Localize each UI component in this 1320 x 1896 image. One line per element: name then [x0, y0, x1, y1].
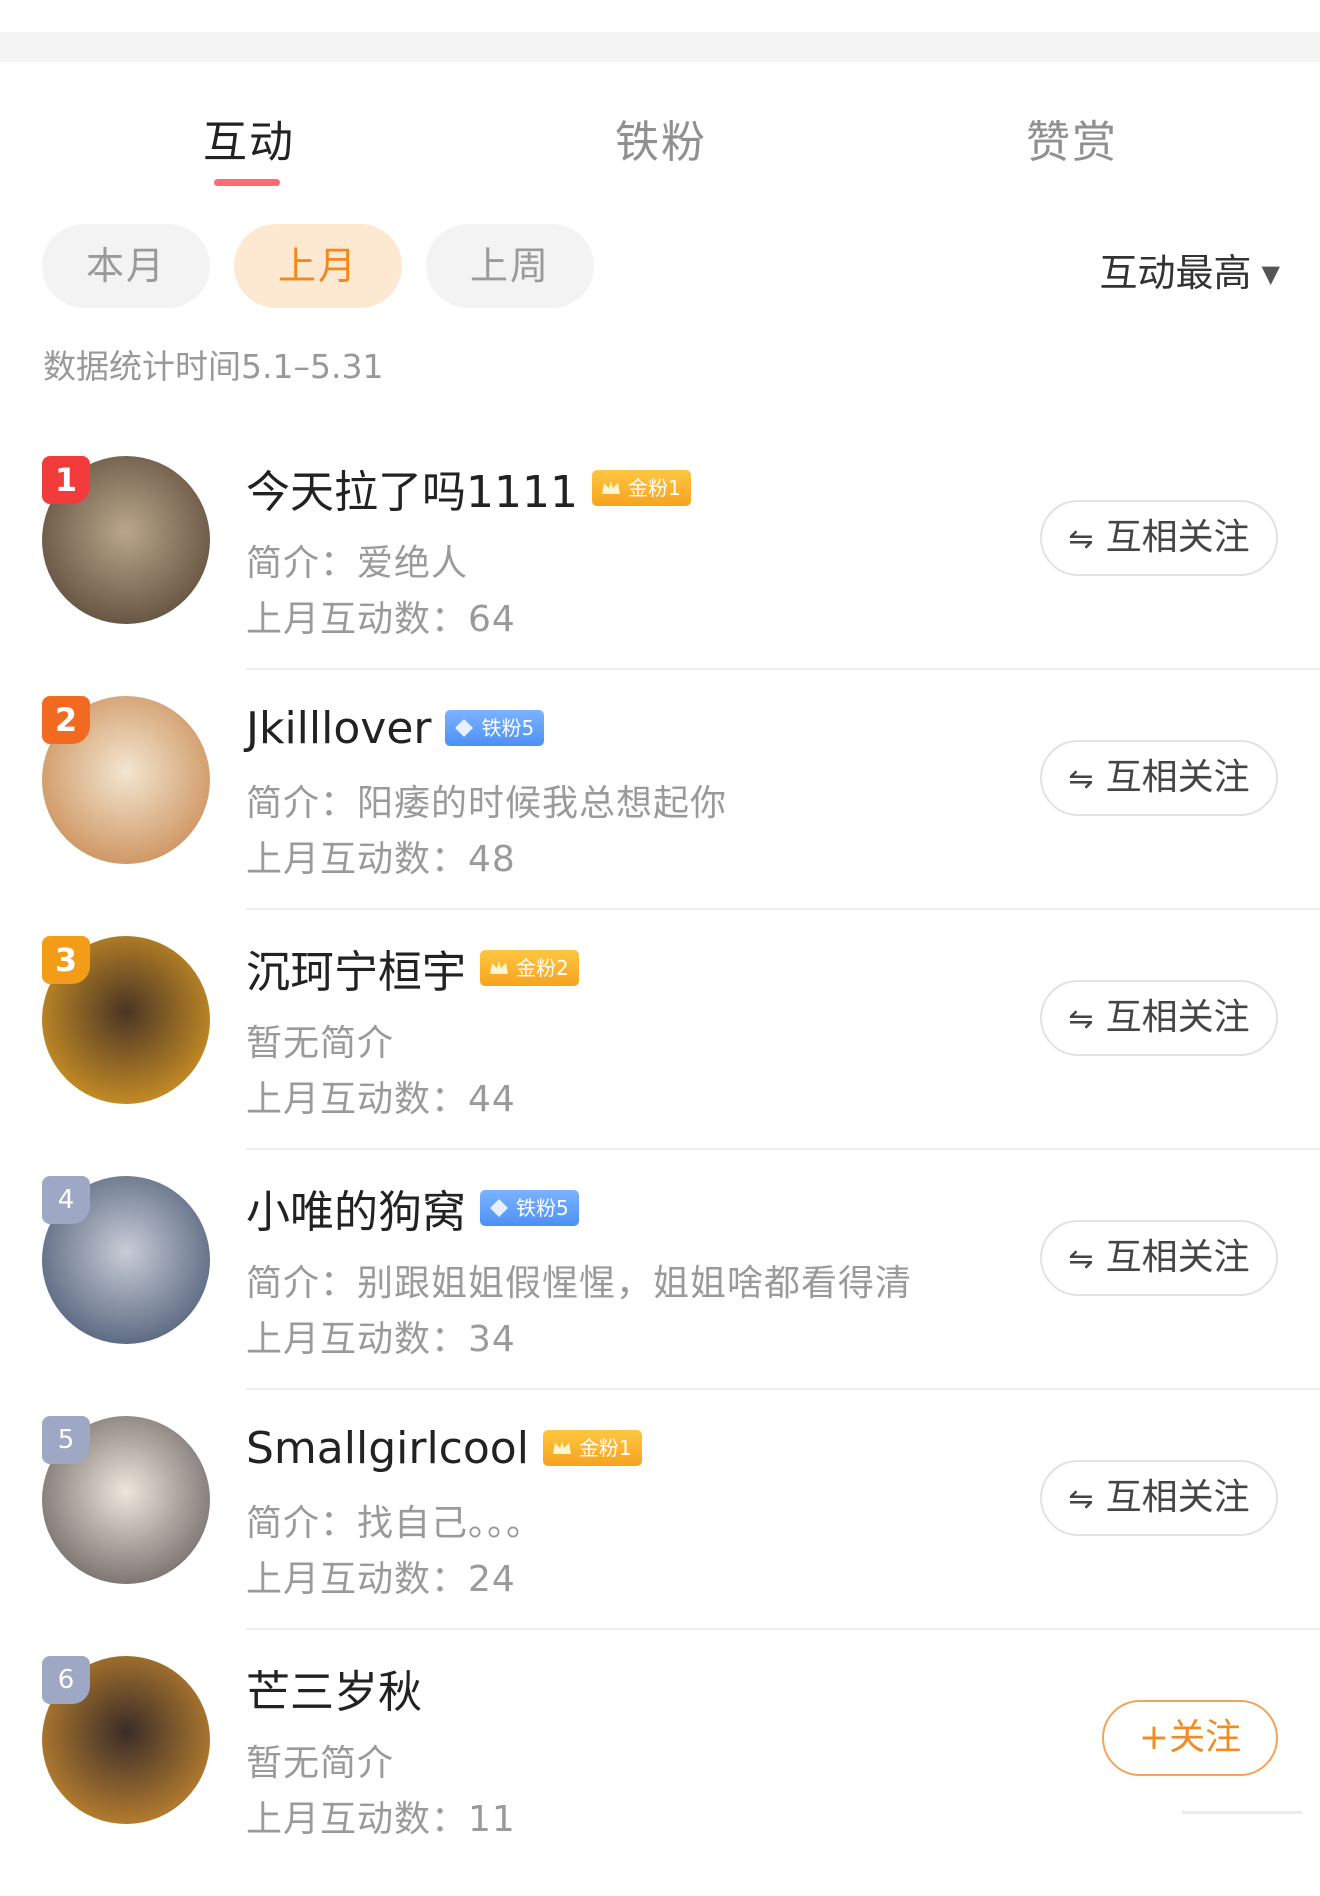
user-bio: 简介：别跟姐姐假惺惺，姐姐啥都看得清: [246, 1263, 913, 1304]
divider: [246, 1148, 1320, 1150]
user-name[interactable]: 今天拉了吗1111: [246, 456, 578, 520]
user-bio: 暂无简介: [246, 1743, 395, 1784]
fan-badge: 金粉2: [480, 950, 579, 986]
fan-badge: 铁粉5: [480, 1190, 579, 1226]
name-line: Jkilllover 铁粉5: [246, 700, 545, 756]
tab-active-indicator: [214, 179, 280, 186]
interaction-count: 上月互动数：24: [246, 1559, 516, 1600]
top-band: [0, 32, 1320, 62]
fan-badge-label: 铁粉5: [516, 1196, 569, 1220]
rank-badge: 1: [42, 456, 90, 504]
rank-badge: 2: [42, 696, 90, 744]
mutual-follow-label: 互相关注: [1105, 1237, 1250, 1278]
filter-last-month[interactable]: 上月: [234, 224, 402, 308]
user-bio: 简介：阳痿的时候我总想起你: [246, 783, 728, 824]
list-item[interactable]: 1 今天拉了吗1111 金粉1 简介：爱绝人 上月互动数：64 ⇋ 互相关注: [0, 456, 1320, 696]
rank-badge: 6: [42, 1656, 90, 1704]
list-item[interactable]: 4 小唯的狗窝 铁粉5 简介：别跟姐姐假惺惺，姐姐啥都看得清 上月互动数：34 ⇋…: [0, 1176, 1320, 1416]
user-name[interactable]: 芒三岁秋: [246, 1656, 422, 1720]
list-item[interactable]: 5 Smallgirlcool 金粉1 简介：找自己。。。 上月互动数：24 ⇋ 互…: [0, 1416, 1320, 1656]
mutual-follow-button[interactable]: ⇋ 互相关注: [1040, 1460, 1278, 1536]
user-name[interactable]: Smallgirlcool: [246, 1423, 529, 1474]
user-bio: 暂无简介: [246, 1023, 395, 1064]
rank-badge: 3: [42, 936, 90, 984]
divider: [246, 1628, 1320, 1630]
mutual-follow-label: 互相关注: [1105, 1477, 1250, 1518]
interaction-count: 上月互动数：64: [246, 599, 516, 640]
tab-iron-fans[interactable]: 铁粉: [615, 106, 707, 170]
mutual-arrows-icon: ⇋: [1068, 1482, 1094, 1517]
fan-badge-label: 铁粉5: [481, 716, 535, 740]
tab-bar: 互动 铁粉 赞赏: [0, 62, 1320, 207]
diamond-icon: [490, 1199, 508, 1217]
fan-badge: 金粉1: [542, 1430, 642, 1466]
list-item[interactable]: 3 沉珂宁桓宇 金粉2 暂无简介 上月互动数：44 ⇋ 互相关注: [0, 936, 1320, 1176]
diamond-icon: [455, 719, 474, 737]
user-bio: 简介：爱绝人: [246, 543, 469, 584]
fan-badge: 金粉1: [591, 470, 691, 506]
mutual-arrows-icon: ⇋: [1068, 1242, 1094, 1277]
mutual-arrows-icon: ⇋: [1068, 522, 1094, 557]
mutual-follow-button[interactable]: ⇋ 互相关注: [1040, 980, 1278, 1056]
crown-icon: [552, 1441, 571, 1454]
mutual-follow-label: 互相关注: [1105, 997, 1250, 1038]
rank-badge: 4: [42, 1176, 90, 1224]
interaction-count: 上月互动数：44: [246, 1079, 516, 1120]
mutual-follow-button[interactable]: ⇋ 互相关注: [1040, 740, 1278, 816]
mutual-arrows-icon: ⇋: [1068, 762, 1094, 797]
mutual-follow-button[interactable]: ⇋ 互相关注: [1040, 500, 1278, 576]
follow-button[interactable]: +关注: [1102, 1700, 1278, 1776]
mutual-arrows-icon: ⇋: [1068, 1002, 1094, 1037]
sort-dropdown[interactable]: 互动最高 ▼: [1100, 242, 1280, 297]
list-item[interactable]: 6 芒三岁秋 暂无简介 上月互动数：11 +关注: [0, 1656, 1320, 1896]
interaction-count: 上月互动数：34: [246, 1319, 516, 1360]
name-line: 小唯的狗窝 铁粉5: [246, 1180, 579, 1238]
mutual-follow-label: 互相关注: [1105, 757, 1250, 798]
tab-appreciation[interactable]: 赞赏: [1026, 106, 1118, 170]
sort-label: 互动最高: [1099, 251, 1252, 295]
interaction-count: 上月互动数：11: [246, 1799, 516, 1840]
user-bio: 简介：找自己。。。: [246, 1503, 544, 1544]
user-name[interactable]: 沉珂宁桓宇: [246, 936, 466, 1000]
follow-button-label: +关注: [1138, 1717, 1242, 1758]
filter-last-week[interactable]: 上周: [426, 224, 594, 308]
fan-badge-label: 金粉1: [627, 476, 681, 500]
rank-badge: 5: [42, 1416, 90, 1464]
name-line: 沉珂宁桓宇 金粉2: [246, 940, 579, 998]
list-item[interactable]: 2 Jkilllover 铁粉5 简介：阳痿的时候我总想起你 上月互动数：48 ⇋…: [0, 696, 1320, 936]
user-name[interactable]: 小唯的狗窝: [246, 1176, 466, 1240]
caret-down-icon: ▼: [1261, 260, 1280, 288]
name-line: 今天拉了吗1111 金粉1: [246, 460, 691, 518]
mutual-follow-button[interactable]: ⇋ 互相关注: [1040, 1220, 1278, 1296]
name-line: Smallgirlcool 金粉1: [246, 1420, 642, 1476]
divider: [246, 908, 1320, 910]
fan-badge-label: 金粉1: [578, 1436, 632, 1460]
user-name[interactable]: Jkilllover: [246, 703, 431, 754]
watermark-icon: [1182, 1805, 1302, 1819]
stat-period-text: 数据统计时间5.1–5.31: [43, 347, 384, 386]
fan-badge-label: 金粉2: [516, 956, 569, 980]
filter-this-month[interactable]: 本月: [42, 224, 210, 308]
divider: [246, 1388, 1320, 1390]
crown-icon: [601, 481, 620, 494]
divider: [246, 668, 1320, 670]
fan-badge: 铁粉5: [445, 710, 545, 746]
tab-interaction[interactable]: 互动: [203, 106, 295, 170]
interaction-count: 上月互动数：48: [246, 839, 516, 880]
crown-icon: [490, 961, 508, 974]
name-line: 芒三岁秋: [246, 1660, 422, 1718]
mutual-follow-label: 互相关注: [1105, 517, 1250, 558]
